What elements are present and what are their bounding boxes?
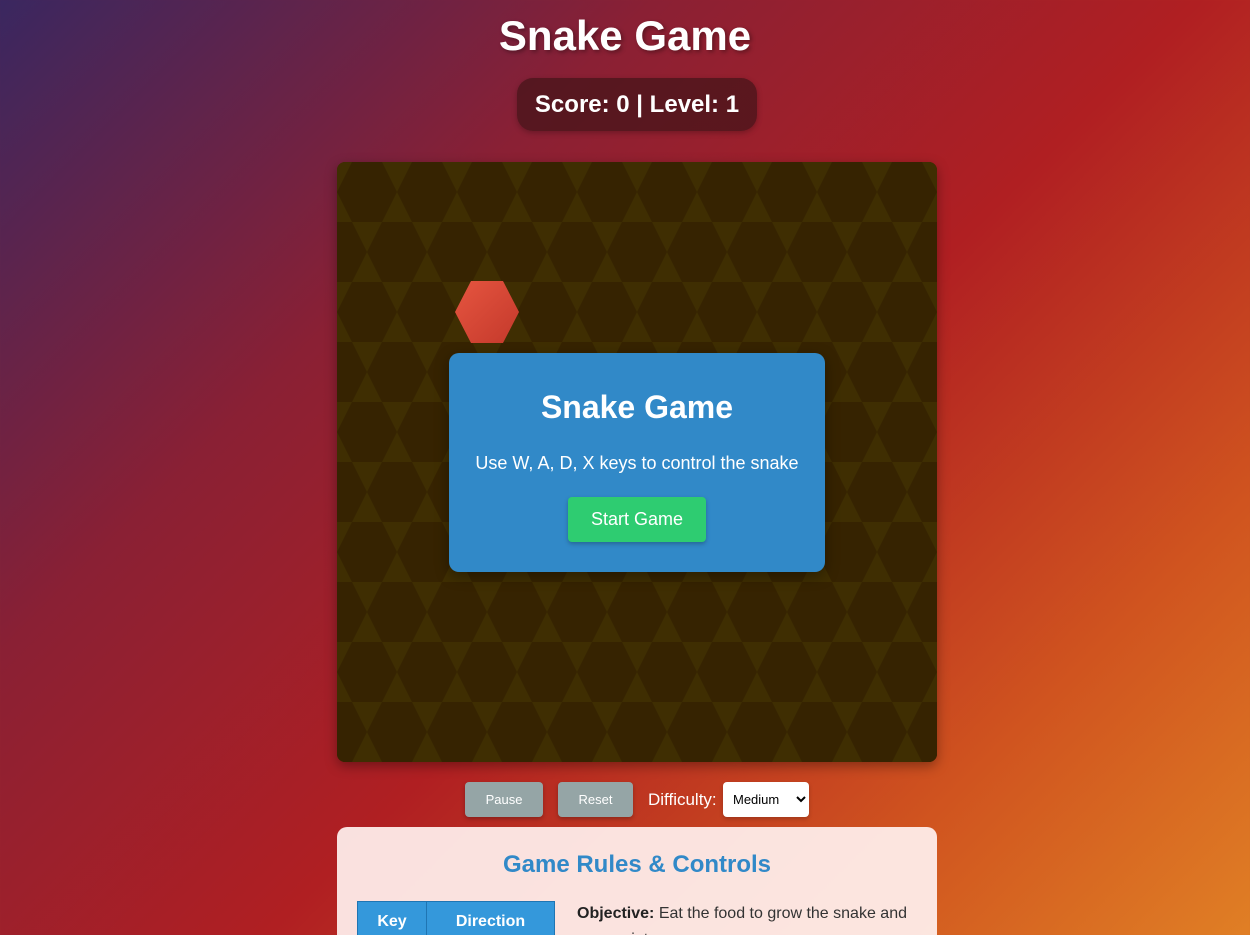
objective-label: Objective:: [577, 905, 655, 922]
page-title: Snake Game: [498, 12, 752, 59]
pause-button[interactable]: Pause: [465, 782, 543, 817]
rules-title: Game Rules & Controls: [502, 851, 772, 878]
controls-table: Key Direction: [357, 901, 555, 935]
difficulty-label: Difficulty:: [648, 790, 717, 809]
table-header-row: Key Direction: [357, 901, 555, 935]
game-controls: Pause Reset Difficulty: Medium: [0, 782, 1250, 817]
difficulty-select[interactable]: Medium: [723, 782, 809, 817]
table-header-direction: Direction: [426, 901, 555, 935]
start-modal: Snake Game Use W, A, D, X keys to contro…: [449, 353, 825, 572]
reset-button[interactable]: Reset: [558, 782, 633, 817]
start-game-button[interactable]: Start Game: [568, 497, 706, 542]
modal-instructions: Use W, A, D, X keys to control the snake: [475, 453, 799, 473]
hexagon-food-icon: [455, 281, 519, 343]
table-header-key: Key: [357, 901, 427, 935]
rules-panel: Game Rules & Controls Key Direction Obje…: [337, 827, 937, 935]
score-display: Score: 0 | Level: 1: [517, 78, 757, 131]
objective-text: Objective: Eat the food to grow the snak…: [577, 901, 922, 935]
modal-title: Snake Game: [540, 389, 734, 425]
